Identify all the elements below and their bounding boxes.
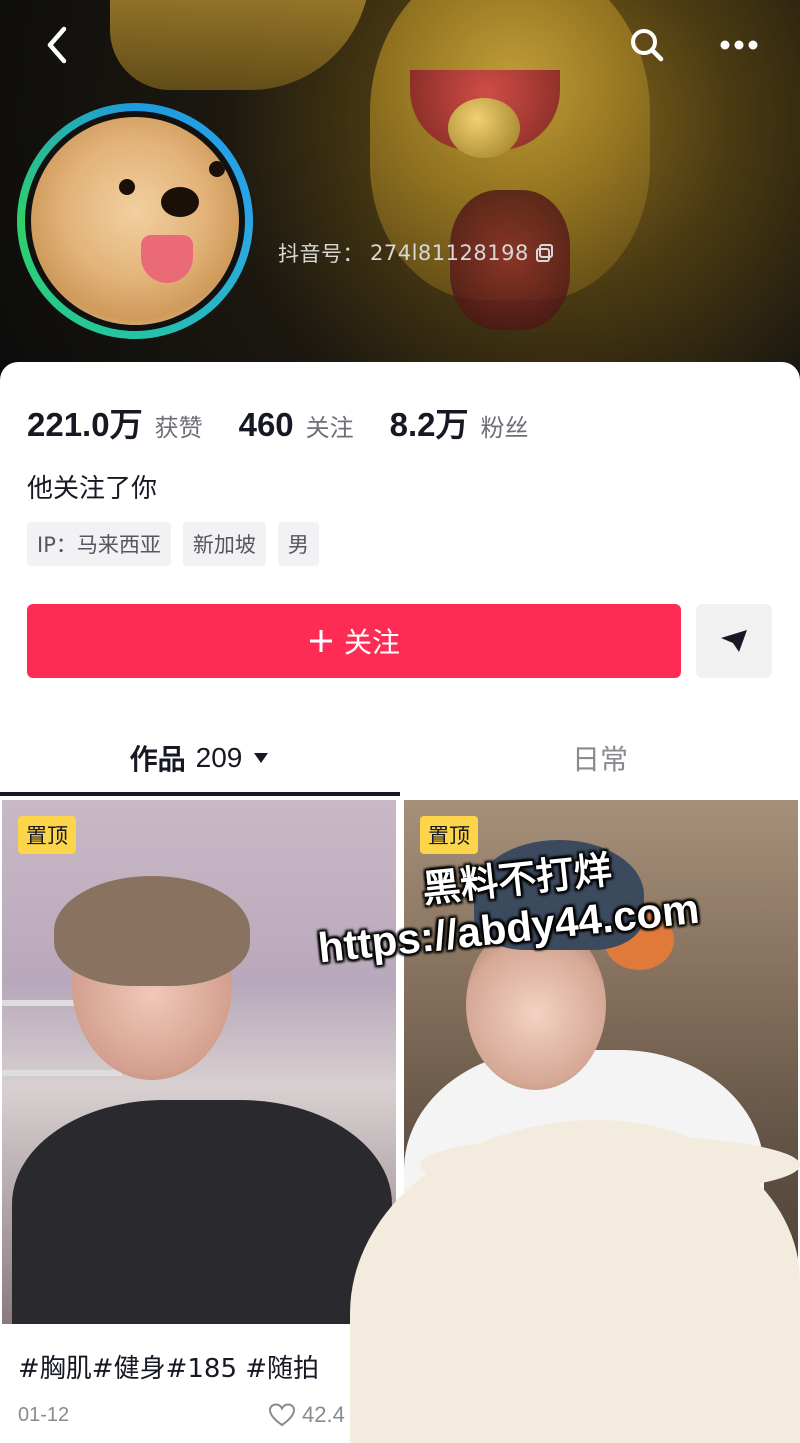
following-count[interactable]: 460 (239, 406, 294, 444)
redaction-blob (420, 1135, 800, 1195)
video-date: 01-12 (18, 1404, 70, 1426)
tab-daily[interactable]: 日常 (400, 722, 800, 794)
profile-stats: 221.0万 获赞 460 关注 8.2万 粉丝 (27, 398, 565, 446)
chevron-left-icon (47, 26, 67, 64)
following-label[interactable]: 关注 (306, 408, 354, 443)
heart-icon (268, 1403, 296, 1427)
search-icon (631, 29, 664, 62)
tag-ip-location: IP：马来西亚 (27, 522, 171, 566)
copy-icon[interactable] (535, 243, 555, 263)
followers-label[interactable]: 粉丝 (481, 408, 529, 443)
video-caption[interactable]: #胸肌#健身#185 #随拍 (18, 1348, 319, 1385)
avatar-dog-eye (119, 179, 135, 195)
likes-label[interactable]: 获赞 (155, 408, 203, 443)
avatar-dog-tongue (141, 235, 193, 283)
douyin-id-value: 274l81128198 (370, 241, 529, 265)
follows-you-note: 他关注了你 (27, 474, 158, 504)
avatar-dog-eye (209, 161, 225, 177)
more-button[interactable] (714, 20, 764, 70)
tab-daily-label: 日常 (571, 743, 628, 776)
likes-count[interactable]: 221.0万 (27, 398, 143, 446)
avatar-dog-nose (161, 187, 199, 217)
pinned-badge: 置顶 (420, 816, 478, 854)
avatar[interactable] (17, 103, 253, 339)
follow-button[interactable]: 关注 (27, 604, 681, 678)
douyin-id-label: 抖音号： (278, 242, 364, 266)
send-icon (721, 630, 747, 652)
follow-button-label: 关注 (343, 626, 400, 659)
tag-gender: 男 (277, 522, 319, 566)
video-likes-count: 42.4 (302, 1402, 345, 1427)
profile-banner: 抖音号： 274l81128198 (0, 0, 800, 380)
tag-city: 新加坡 (182, 522, 266, 566)
active-tab-indicator (0, 792, 400, 796)
video-likes[interactable]: 42.4 (268, 1402, 345, 1428)
followers-count[interactable]: 8.2万 (390, 398, 469, 446)
tab-works[interactable]: 作品 209 (0, 722, 400, 794)
video-person-hair (54, 876, 250, 986)
search-button[interactable] (622, 20, 672, 70)
more-dots-icon (720, 40, 758, 50)
caret-down-icon (254, 753, 269, 763)
back-button[interactable] (32, 20, 82, 70)
douyin-id[interactable]: 抖音号： 274l81128198 (278, 238, 555, 268)
plus-icon (309, 630, 332, 652)
profile-tags: IP：马来西亚 新加坡 男 (27, 522, 319, 566)
video-person-shirt (12, 1100, 392, 1324)
pinned-badge: 置顶 (18, 816, 76, 854)
avatar-image (25, 111, 245, 331)
banner-image (110, 0, 370, 90)
tab-works-count: 209 (195, 742, 243, 773)
tab-works-label: 作品 (129, 743, 186, 776)
send-message-button[interactable] (696, 604, 772, 678)
banner-cat-bell (448, 98, 520, 158)
